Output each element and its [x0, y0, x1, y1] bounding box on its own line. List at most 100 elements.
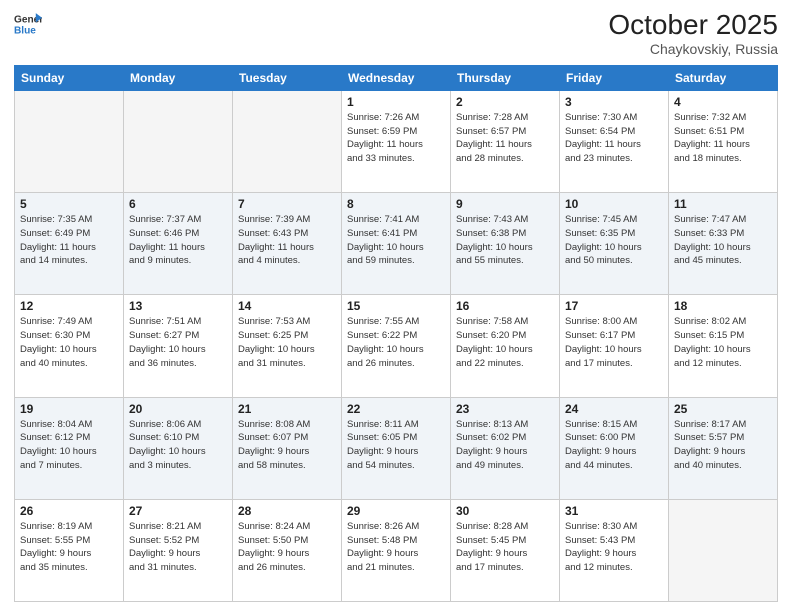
day-info: Sunrise: 7:55 AM Sunset: 6:22 PM Dayligh…: [347, 315, 445, 370]
calendar-cell: 26 Sunrise: 8:19 AM Sunset: 5:55 PM Dayli…: [15, 499, 124, 601]
calendar-week-5: 26 Sunrise: 8:19 AM Sunset: 5:55 PM Dayli…: [15, 499, 778, 601]
calendar-cell: [124, 90, 233, 192]
day-info: Sunrise: 8:21 AM Sunset: 5:52 PM Dayligh…: [129, 520, 227, 575]
month-title: October 2025: [608, 10, 778, 41]
header: General Blue October 2025 Chaykovskiy, R…: [14, 10, 778, 57]
day-number: 16: [456, 299, 554, 313]
calendar-cell: [669, 499, 778, 601]
day-number: 21: [238, 402, 336, 416]
calendar-cell: [233, 90, 342, 192]
svg-text:Blue: Blue: [14, 25, 36, 36]
day-number: 22: [347, 402, 445, 416]
calendar-cell: 7 Sunrise: 7:39 AM Sunset: 6:43 PM Daylig…: [233, 193, 342, 295]
calendar-cell: 30Sunrise: 8:28 AM Sunset: 5:45 PM Dayli…: [451, 499, 560, 601]
calendar-cell: 19Sunrise: 8:04 AM Sunset: 6:12 PM Dayli…: [15, 397, 124, 499]
day-info: Sunrise: 7:43 AM Sunset: 6:38 PM Dayligh…: [456, 213, 554, 268]
day-info: Sunrise: 7:28 AM Sunset: 6:57 PM Dayligh…: [456, 111, 554, 166]
day-info: Sunrise: 7:51 AM Sunset: 6:27 PM Dayligh…: [129, 315, 227, 370]
day-number: 7: [238, 197, 336, 211]
day-number: 13: [129, 299, 227, 313]
day-number: 17: [565, 299, 663, 313]
calendar-cell: 11 Sunrise: 7:47 AM Sunset: 6:33 PM Dayli…: [669, 193, 778, 295]
calendar-cell: 21 Sunrise: 8:08 AM Sunset: 6:07 PM Dayli…: [233, 397, 342, 499]
day-info: Sunrise: 8:00 AM Sunset: 6:17 PM Dayligh…: [565, 315, 663, 370]
day-number: 20: [129, 402, 227, 416]
calendar-cell: 29Sunrise: 8:26 AM Sunset: 5:48 PM Dayli…: [342, 499, 451, 601]
calendar-cell: 9Sunrise: 7:43 AM Sunset: 6:38 PM Daylig…: [451, 193, 560, 295]
day-number: 3: [565, 95, 663, 109]
calendar-cell: 24Sunrise: 8:15 AM Sunset: 6:00 PM Dayli…: [560, 397, 669, 499]
calendar-cell: 25 Sunrise: 8:17 AM Sunset: 5:57 PM Dayli…: [669, 397, 778, 499]
day-info: Sunrise: 7:41 AM Sunset: 6:41 PM Dayligh…: [347, 213, 445, 268]
day-info: Sunrise: 7:39 AM Sunset: 6:43 PM Dayligh…: [238, 213, 336, 268]
day-info: Sunrise: 7:32 AM Sunset: 6:51 PM Dayligh…: [674, 111, 772, 166]
day-info: Sunrise: 7:35 AM Sunset: 6:49 PM Dayligh…: [20, 213, 118, 268]
col-wednesday: Wednesday: [342, 65, 451, 90]
day-info: Sunrise: 8:30 AM Sunset: 5:43 PM Dayligh…: [565, 520, 663, 575]
day-info: Sunrise: 8:06 AM Sunset: 6:10 PM Dayligh…: [129, 418, 227, 473]
col-sunday: Sunday: [15, 65, 124, 90]
day-number: 25: [674, 402, 772, 416]
day-number: 18: [674, 299, 772, 313]
day-info: Sunrise: 8:19 AM Sunset: 5:55 PM Dayligh…: [20, 520, 118, 575]
day-number: 8: [347, 197, 445, 211]
col-monday: Monday: [124, 65, 233, 90]
calendar-cell: 27Sunrise: 8:21 AM Sunset: 5:52 PM Dayli…: [124, 499, 233, 601]
day-number: 6: [129, 197, 227, 211]
day-number: 10: [565, 197, 663, 211]
calendar-cell: 10 Sunrise: 7:45 AM Sunset: 6:35 PM Dayli…: [560, 193, 669, 295]
calendar-cell: 12Sunrise: 7:49 AM Sunset: 6:30 PM Dayli…: [15, 295, 124, 397]
calendar-header-row: Sunday Monday Tuesday Wednesday Thursday…: [15, 65, 778, 90]
day-number: 24: [565, 402, 663, 416]
calendar-week-4: 19Sunrise: 8:04 AM Sunset: 6:12 PM Dayli…: [15, 397, 778, 499]
day-info: Sunrise: 7:45 AM Sunset: 6:35 PM Dayligh…: [565, 213, 663, 268]
col-thursday: Thursday: [451, 65, 560, 90]
day-number: 4: [674, 95, 772, 109]
calendar-cell: 31 Sunrise: 8:30 AM Sunset: 5:43 PM Dayli…: [560, 499, 669, 601]
day-info: Sunrise: 8:13 AM Sunset: 6:02 PM Dayligh…: [456, 418, 554, 473]
day-info: Sunrise: 8:17 AM Sunset: 5:57 PM Dayligh…: [674, 418, 772, 473]
day-number: 29: [347, 504, 445, 518]
calendar-week-3: 12Sunrise: 7:49 AM Sunset: 6:30 PM Dayli…: [15, 295, 778, 397]
calendar-cell: 20 Sunrise: 8:06 AM Sunset: 6:10 PM Dayli…: [124, 397, 233, 499]
day-info: Sunrise: 7:26 AM Sunset: 6:59 PM Dayligh…: [347, 111, 445, 166]
calendar-cell: 28Sunrise: 8:24 AM Sunset: 5:50 PM Dayli…: [233, 499, 342, 601]
day-number: 23: [456, 402, 554, 416]
day-number: 31: [565, 504, 663, 518]
logo: General Blue: [14, 10, 42, 38]
calendar-cell: 6 Sunrise: 7:37 AM Sunset: 6:46 PM Daylig…: [124, 193, 233, 295]
day-info: Sunrise: 7:58 AM Sunset: 6:20 PM Dayligh…: [456, 315, 554, 370]
calendar-week-1: 1 Sunrise: 7:26 AM Sunset: 6:59 PM Daylig…: [15, 90, 778, 192]
calendar-cell: 18Sunrise: 8:02 AM Sunset: 6:15 PM Dayli…: [669, 295, 778, 397]
day-number: 2: [456, 95, 554, 109]
day-info: Sunrise: 7:47 AM Sunset: 6:33 PM Dayligh…: [674, 213, 772, 268]
day-number: 26: [20, 504, 118, 518]
day-info: Sunrise: 8:28 AM Sunset: 5:45 PM Dayligh…: [456, 520, 554, 575]
col-saturday: Saturday: [669, 65, 778, 90]
day-info: Sunrise: 7:53 AM Sunset: 6:25 PM Dayligh…: [238, 315, 336, 370]
calendar-table: Sunday Monday Tuesday Wednesday Thursday…: [14, 65, 778, 602]
calendar-cell: 22Sunrise: 8:11 AM Sunset: 6:05 PM Dayli…: [342, 397, 451, 499]
day-number: 28: [238, 504, 336, 518]
calendar-cell: 8 Sunrise: 7:41 AM Sunset: 6:41 PM Daylig…: [342, 193, 451, 295]
day-info: Sunrise: 8:08 AM Sunset: 6:07 PM Dayligh…: [238, 418, 336, 473]
calendar-week-2: 5 Sunrise: 7:35 AM Sunset: 6:49 PM Daylig…: [15, 193, 778, 295]
day-number: 12: [20, 299, 118, 313]
day-number: 1: [347, 95, 445, 109]
day-number: 15: [347, 299, 445, 313]
col-tuesday: Tuesday: [233, 65, 342, 90]
day-number: 5: [20, 197, 118, 211]
page: General Blue October 2025 Chaykovskiy, R…: [0, 0, 792, 612]
day-number: 14: [238, 299, 336, 313]
day-number: 11: [674, 197, 772, 211]
calendar-cell: 15 Sunrise: 7:55 AM Sunset: 6:22 PM Dayli…: [342, 295, 451, 397]
day-info: Sunrise: 8:04 AM Sunset: 6:12 PM Dayligh…: [20, 418, 118, 473]
day-info: Sunrise: 7:37 AM Sunset: 6:46 PM Dayligh…: [129, 213, 227, 268]
calendar-cell: 2 Sunrise: 7:28 AM Sunset: 6:57 PM Daylig…: [451, 90, 560, 192]
day-info: Sunrise: 7:30 AM Sunset: 6:54 PM Dayligh…: [565, 111, 663, 166]
logo-icon: General Blue: [14, 10, 42, 38]
col-friday: Friday: [560, 65, 669, 90]
calendar-cell: 1 Sunrise: 7:26 AM Sunset: 6:59 PM Daylig…: [342, 90, 451, 192]
calendar-cell: 13 Sunrise: 7:51 AM Sunset: 6:27 PM Dayli…: [124, 295, 233, 397]
calendar-cell: 14 Sunrise: 7:53 AM Sunset: 6:25 PM Dayli…: [233, 295, 342, 397]
